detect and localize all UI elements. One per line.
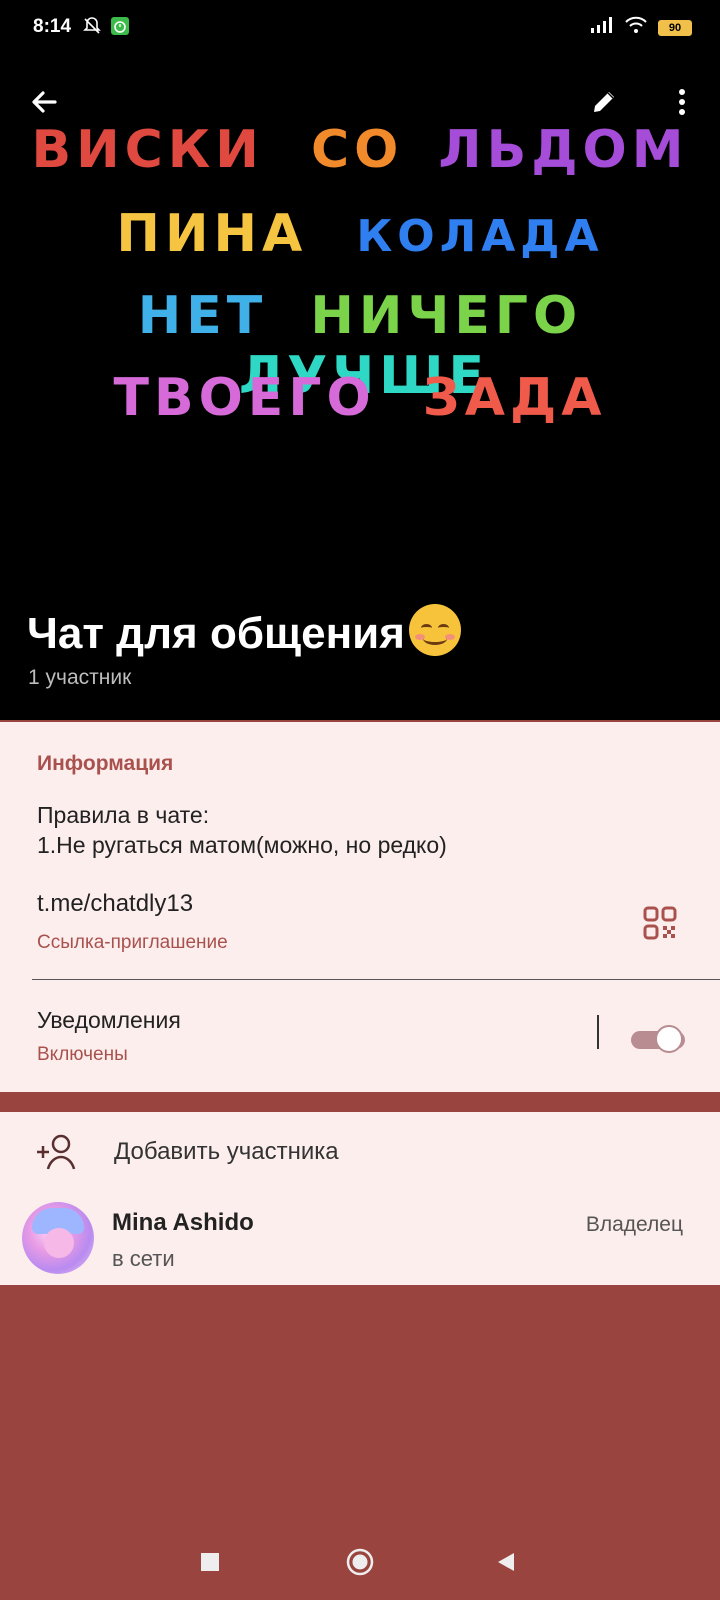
artwork-word: колада — [356, 211, 604, 262]
artwork-word: со — [310, 120, 404, 180]
chat-header: Виски со льдом Пина колада Нет ничего лу… — [0, 56, 720, 720]
artwork-line: Пина колада — [0, 204, 720, 264]
artwork-word: ничего — [310, 286, 583, 346]
notifications-toggle[interactable] — [631, 1025, 685, 1055]
member-role-badge: Владелец — [585, 1213, 683, 1236]
home-circle-icon — [345, 1547, 375, 1582]
invite-link[interactable]: t.me/chatdly13 — [37, 890, 193, 918]
artwork-word: Виски — [31, 120, 264, 180]
square-icon — [200, 1552, 220, 1577]
recent-apps-button[interactable] — [188, 1542, 232, 1586]
artwork-word: Пина — [116, 204, 308, 264]
divider — [32, 979, 720, 980]
artwork-line: твоего зада — [0, 368, 720, 428]
chat-title-text: Чат для общения — [27, 609, 405, 658]
member-name: Mina Ashido — [112, 1209, 254, 1236]
smiling-face-icon — [408, 604, 461, 656]
description-line: 1.Не ругаться матом(можно, но редко) — [37, 832, 447, 858]
toggle-thumb — [655, 1025, 683, 1053]
member-count: 1 участник — [28, 666, 132, 689]
status-time: 8:14 — [33, 16, 72, 37]
qr-code-icon — [642, 906, 678, 945]
artwork-word: зада — [422, 368, 607, 428]
more-vertical-icon — [677, 87, 687, 122]
notifications-title[interactable]: Уведомления — [37, 1007, 181, 1034]
artwork-word: льдом — [438, 120, 689, 180]
artwork-word: Нет — [137, 286, 268, 346]
system-navigation-bar — [0, 1528, 720, 1600]
artwork-line: Виски со льдом — [0, 120, 720, 180]
alarm-icon — [110, 16, 130, 41]
signal-icon — [590, 16, 614, 39]
triangle-back-icon — [495, 1551, 517, 1578]
avatar — [22, 1202, 94, 1274]
arrow-left-icon — [29, 87, 59, 122]
chat-title: Чат для общения — [27, 604, 461, 659]
add-user-icon — [34, 1132, 78, 1172]
qr-code-button[interactable] — [642, 905, 678, 941]
description-line: Правила в чате: — [37, 802, 210, 828]
home-button[interactable] — [338, 1542, 382, 1586]
status-bar: 8:14 90 — [0, 0, 720, 56]
notifications-status: Включены — [37, 1044, 128, 1065]
separator — [597, 1015, 599, 1049]
members-section: Добавить участника Mina Ashido в сети Вл… — [0, 1112, 720, 1285]
bell-off-icon — [82, 16, 102, 41]
pencil-icon — [589, 87, 619, 122]
chat-description: Правила в чате: 1.Не ругаться матом(можн… — [37, 800, 447, 860]
back-nav-button[interactable] — [484, 1542, 528, 1586]
invite-link-caption: Ссылка-приглашение — [37, 932, 228, 953]
info-section: Информация Правила в чате: 1.Не ругаться… — [0, 722, 720, 1092]
battery-icon: 90 — [658, 19, 692, 36]
add-member-label: Добавить участника — [114, 1138, 339, 1165]
wifi-icon — [624, 16, 648, 39]
section-title: Информация — [37, 752, 174, 775]
artwork-word: твоего — [113, 368, 376, 428]
member-status: в сети — [112, 1246, 175, 1271]
